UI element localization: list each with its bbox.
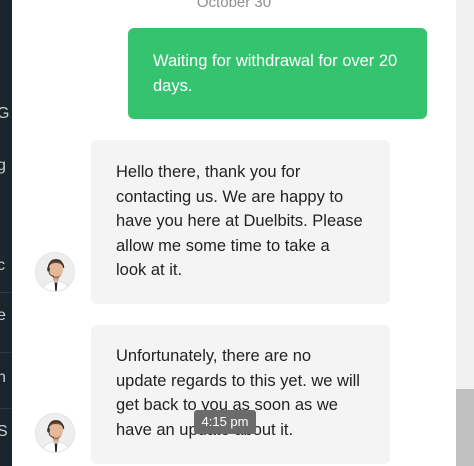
agent-message-bubble: Unfortunately, there are no update regar… [91,325,390,464]
date-separator: October 30 [196,0,272,11]
message-timestamp-tooltip: 4:15 pm [194,410,256,434]
support-agent-avatar-icon [36,253,74,291]
edge-letter: n [0,369,6,386]
edge-divider [0,292,12,293]
chat-widget-screen: G g c e n S October 30 Waiting for withd… [0,0,474,466]
edge-letter: e [0,307,6,324]
agent-avatar [35,413,75,453]
edge-divider [0,408,12,409]
edge-letter: c [0,257,5,274]
message-text: Hello there, thank you for contacting us… [116,163,363,279]
agent-message-bubble: Hello there, thank you for contacting us… [91,140,390,304]
edge-letter: S [0,423,8,440]
user-message-bubble: Waiting for withdrawal for over 20 days. [128,28,427,119]
edge-letter: g [0,157,6,174]
edge-divider [0,352,12,353]
chat-scrollbar-thumb[interactable] [456,389,474,466]
edge-letter: G [0,105,10,122]
support-agent-avatar-icon [36,414,74,452]
chat-transcript[interactable]: October 30 Waiting for withdrawal for ov… [12,0,456,466]
agent-avatar [35,252,75,292]
background-page-edge: G g c e n S [0,0,12,466]
message-text: Waiting for withdrawal for over 20 days. [153,52,398,95]
